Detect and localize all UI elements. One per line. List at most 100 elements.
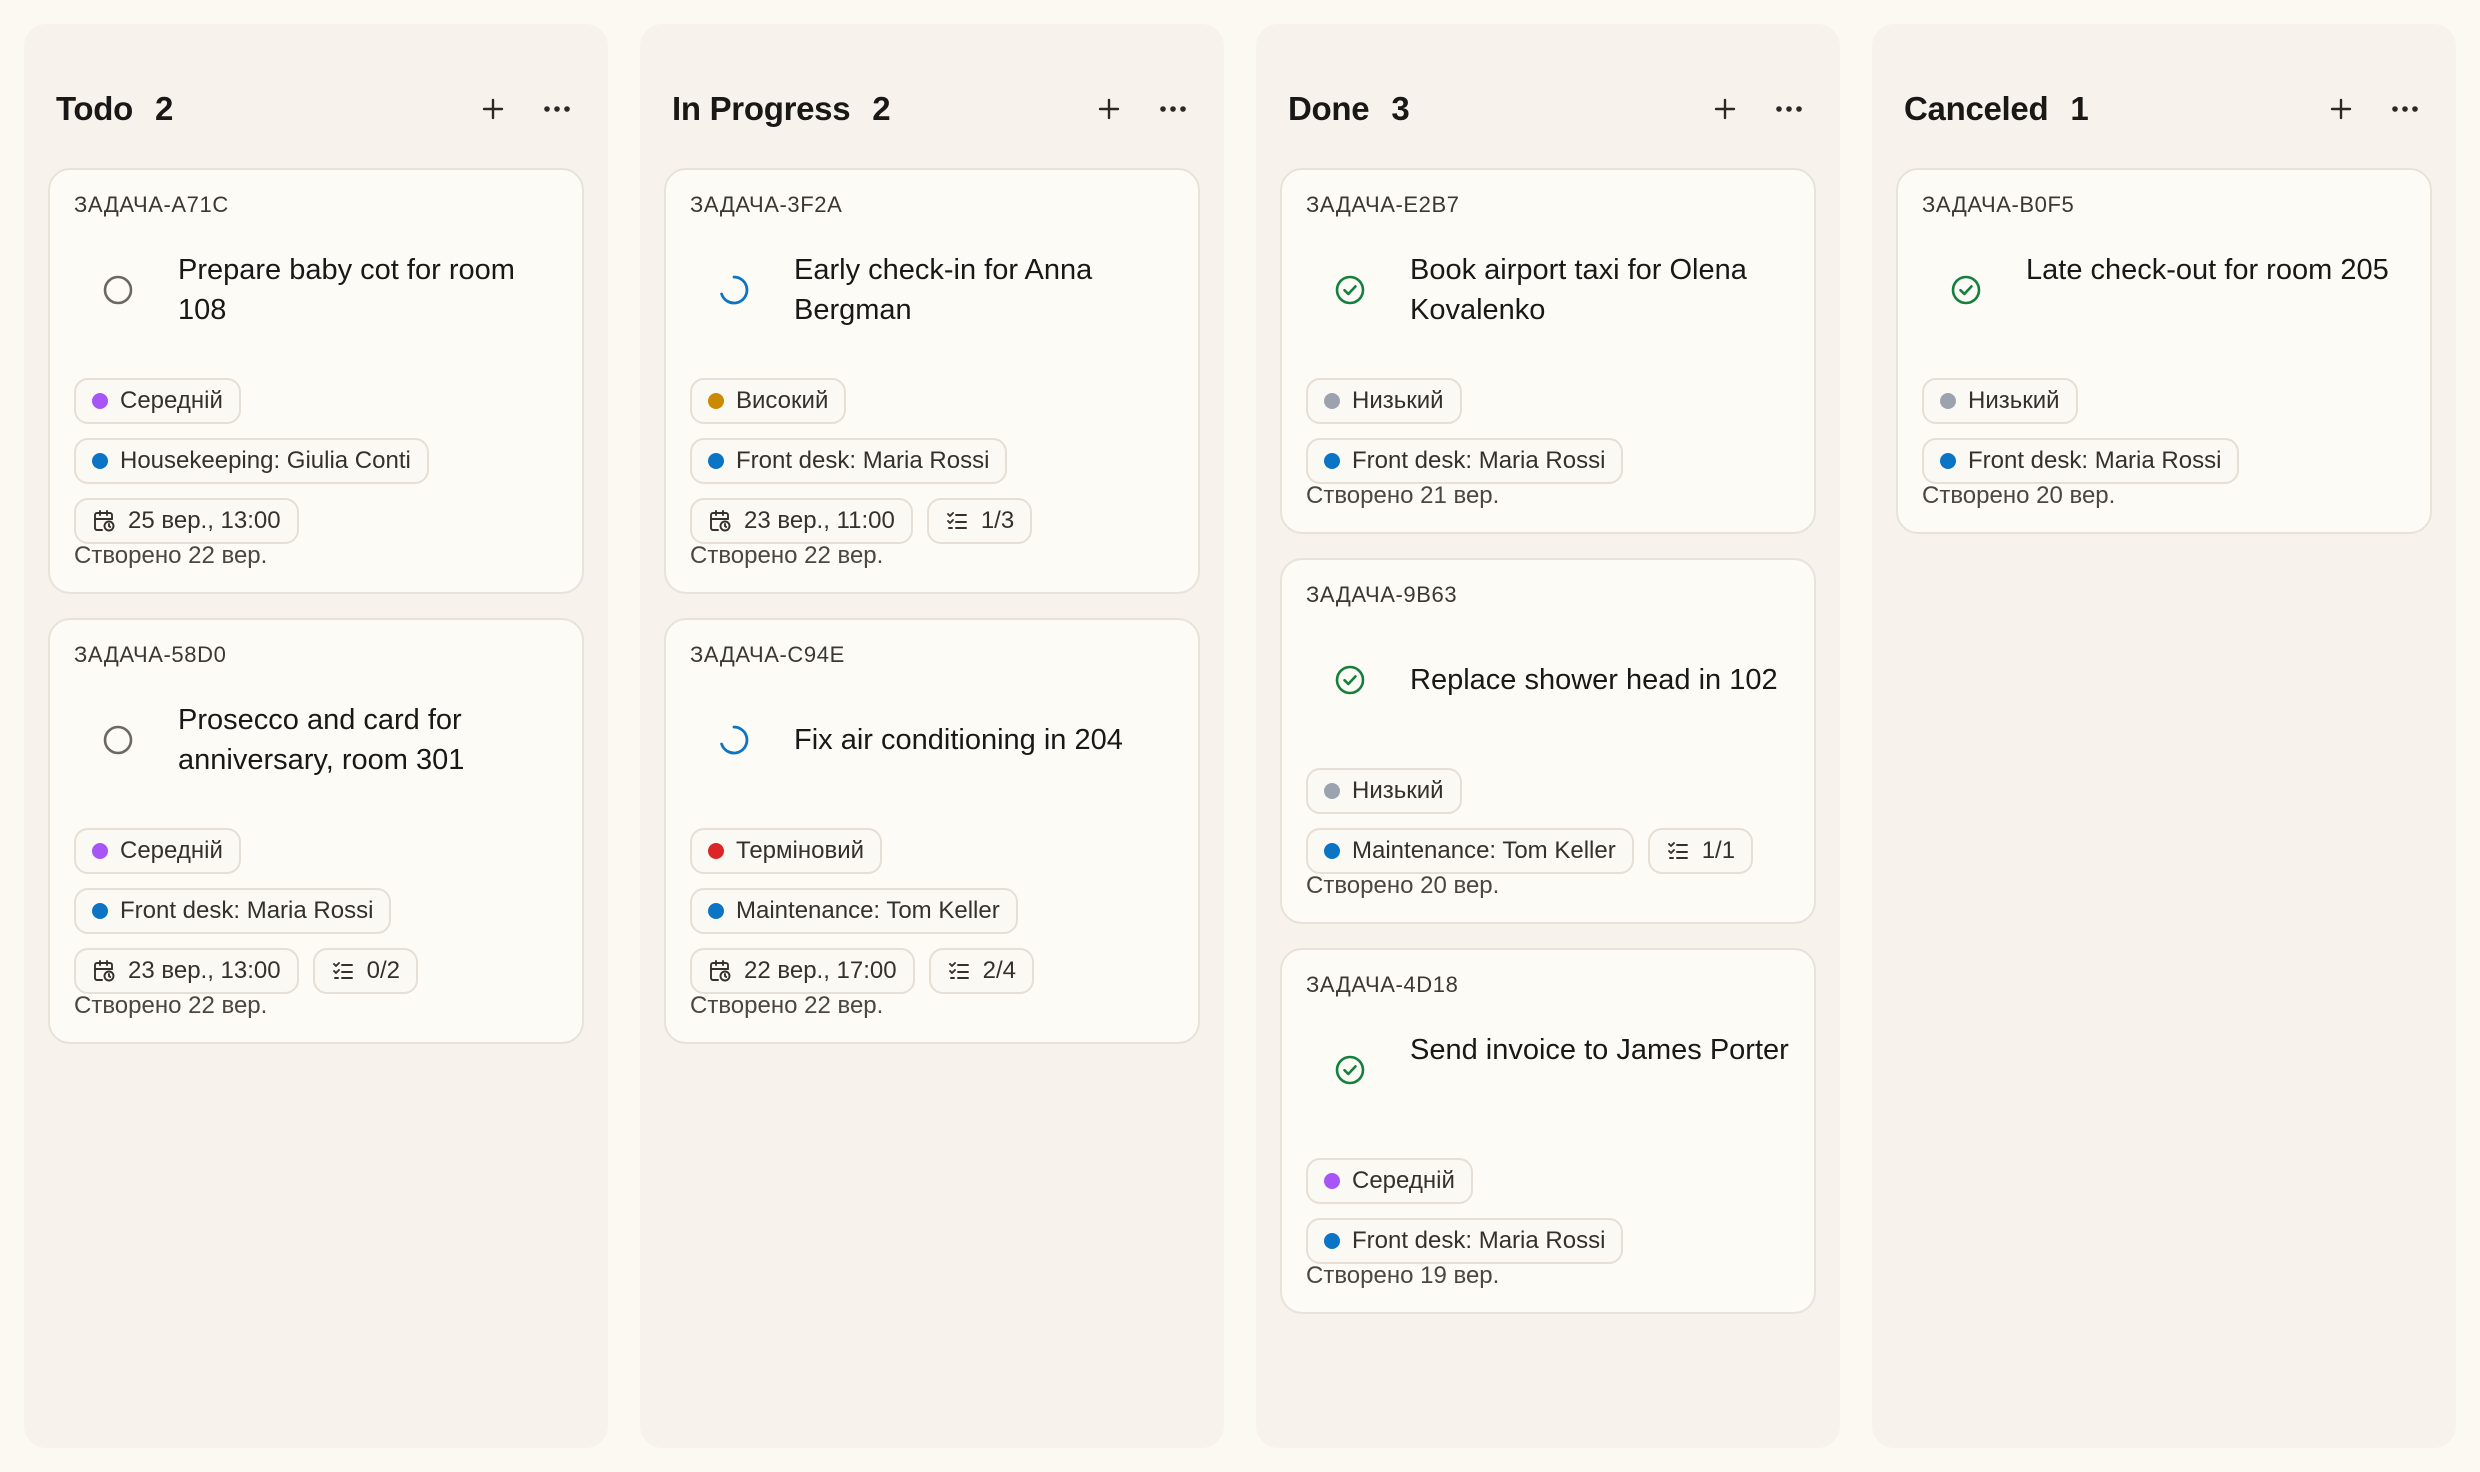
task-title: Book airport taxi for Olena Kovalenko: [1410, 254, 1747, 326]
task-title: Late check-out for room 205: [2026, 254, 2389, 286]
assignee-badge[interactable]: Front desk: Maria Rossi: [1306, 438, 1624, 484]
checklist-icon: [946, 512, 967, 529]
column-count: 1: [2070, 90, 2089, 127]
in-progress-icon[interactable]: [718, 724, 750, 756]
assignee-dot: [708, 453, 724, 469]
plus-icon: [482, 98, 504, 120]
subtasks-label: 0/2: [366, 957, 400, 984]
more-icon: [1160, 106, 1186, 112]
column-header: Done 3: [1288, 84, 1808, 134]
subtasks-badge[interactable]: 1/3: [926, 498, 1033, 544]
task-title: Send invoice to James Porter: [1410, 1034, 1789, 1066]
task-title: Prepare baby cot for room 108: [178, 254, 515, 326]
due-date-badge[interactable]: 23 вер., 11:00: [690, 498, 913, 544]
check-circle-icon[interactable]: [1334, 1054, 1366, 1086]
add-task-button[interactable]: [1090, 90, 1128, 128]
task-title: Prosecco and card for anniversary, room …: [178, 704, 465, 776]
task-card[interactable]: ЗАДАЧА-3F2A Early check-in for Anna Berg…: [664, 168, 1200, 594]
assignee-dot: [1324, 843, 1340, 859]
assignee-badge[interactable]: Maintenance: Tom Keller: [1306, 828, 1634, 874]
column-menu-button[interactable]: [1154, 90, 1192, 128]
task-card[interactable]: ЗАДАЧА-58D0 Prosecco and card for annive…: [48, 618, 584, 1044]
column-title: Done: [1288, 90, 1370, 127]
assignee-label: Maintenance: Tom Keller: [736, 897, 1000, 924]
priority-dot: [708, 393, 724, 409]
column-count: 3: [1391, 90, 1410, 127]
assignee-badge[interactable]: Housekeeping: Giulia Conti: [74, 438, 429, 484]
priority-badge[interactable]: Низький: [1306, 768, 1462, 814]
task-card[interactable]: ЗАДАЧА-C94E Fix air conditioning in 204 …: [664, 618, 1200, 1044]
assignee-dot: [1324, 453, 1340, 469]
plus-icon: [1714, 98, 1736, 120]
priority-badge[interactable]: Високий: [690, 378, 847, 424]
priority-badge[interactable]: Середній: [74, 828, 241, 874]
in-progress-icon[interactable]: [718, 274, 750, 306]
created-date: Створено 21 вер.: [1306, 482, 1500, 509]
task-id: ЗАДАЧА-3F2A: [690, 192, 843, 217]
column-title: Canceled: [1904, 90, 2049, 127]
task-card[interactable]: ЗАДАЧА-9B63 Replace shower head in 102 Н…: [1280, 558, 1816, 924]
check-circle-icon[interactable]: [1334, 664, 1366, 696]
column-menu-button[interactable]: [1770, 90, 1808, 128]
created-date: Створено 20 вер.: [1922, 482, 2116, 509]
task-card[interactable]: ЗАДАЧА-A71C Prepare baby cot for room 10…: [48, 168, 584, 594]
assignee-label: Housekeeping: Giulia Conti: [120, 447, 411, 474]
task-title: Replace shower head in 102: [1410, 664, 1778, 696]
assignee-badge[interactable]: Front desk: Maria Rossi: [690, 438, 1008, 484]
column-canceled: Canceled 1 ЗАДАЧА-B0F5 Late check-out fo…: [1872, 24, 2456, 1448]
created-date: Створено 22 вер.: [74, 542, 268, 569]
assignee-dot: [708, 903, 724, 919]
priority-label: Високий: [736, 387, 829, 414]
priority-label: Середній: [1352, 1167, 1455, 1194]
assignee-label: Maintenance: Tom Keller: [1352, 837, 1616, 864]
column-count: 2: [872, 90, 891, 127]
priority-dot: [1324, 783, 1340, 799]
priority-dot: [708, 843, 724, 859]
add-task-button[interactable]: [1706, 90, 1744, 128]
check-circle-icon[interactable]: [1950, 274, 1982, 306]
add-task-button[interactable]: [2322, 90, 2360, 128]
priority-badge[interactable]: Терміновий: [690, 828, 883, 874]
circle-empty-icon[interactable]: [102, 274, 134, 306]
calendar-clock-icon: [710, 510, 731, 532]
assignee-label: Front desk: Maria Rossi: [1968, 447, 2222, 474]
task-id: ЗАДАЧА-4D18: [1306, 972, 1459, 997]
column-todo: Todo 2 ЗАДАЧА-A71C Prepare baby cot for …: [24, 24, 608, 1448]
created-date: Створено 22 вер.: [690, 992, 884, 1019]
assignee-badge[interactable]: Maintenance: Tom Keller: [690, 888, 1018, 934]
task-title: Fix air conditioning in 204: [794, 724, 1123, 756]
priority-badge[interactable]: Середній: [1306, 1158, 1473, 1204]
due-date-badge[interactable]: 25 вер., 13:00: [74, 498, 299, 544]
due-date-badge[interactable]: 23 вер., 13:00: [74, 948, 299, 994]
column-menu-button[interactable]: [538, 90, 576, 128]
task-card[interactable]: ЗАДАЧА-4D18 Send invoice to James Porter…: [1280, 948, 1816, 1314]
assignee-badge[interactable]: Front desk: Maria Rossi: [1922, 438, 2240, 484]
check-circle-icon[interactable]: [1334, 274, 1366, 306]
column-header: In Progress 2: [672, 84, 1192, 134]
circle-empty-icon[interactable]: [102, 724, 134, 756]
due-date-label: 22 вер., 17:00: [744, 957, 897, 984]
task-card[interactable]: ЗАДАЧА-B0F5 Late check-out for room 205 …: [1896, 168, 2432, 534]
assignee-dot: [1940, 453, 1956, 469]
checklist-icon: [948, 962, 969, 979]
subtasks-badge[interactable]: 0/2: [312, 948, 418, 994]
more-icon: [544, 106, 570, 112]
checklist-icon: [332, 962, 353, 979]
priority-badge[interactable]: Середній: [74, 378, 241, 424]
calendar-clock-icon: [94, 960, 115, 982]
due-date-badge[interactable]: 22 вер., 17:00: [690, 948, 915, 994]
subtasks-badge[interactable]: 1/1: [1647, 828, 1754, 874]
task-card[interactable]: ЗАДАЧА-E2B7 Book airport taxi for Olena …: [1280, 168, 1816, 534]
priority-label: Середній: [120, 837, 223, 864]
priority-label: Низький: [1352, 777, 1444, 804]
assignee-badge[interactable]: Front desk: Maria Rossi: [1306, 1218, 1624, 1264]
calendar-clock-icon: [710, 960, 731, 982]
priority-badge[interactable]: Низький: [1922, 378, 2078, 424]
subtasks-badge[interactable]: 2/4: [928, 948, 1034, 994]
task-title: Early check-in for Anna Bergman: [794, 254, 1093, 326]
more-icon: [2392, 106, 2418, 112]
column-menu-button[interactable]: [2386, 90, 2424, 128]
add-task-button[interactable]: [474, 90, 512, 128]
priority-badge[interactable]: Низький: [1306, 378, 1462, 424]
assignee-badge[interactable]: Front desk: Maria Rossi: [74, 888, 392, 934]
